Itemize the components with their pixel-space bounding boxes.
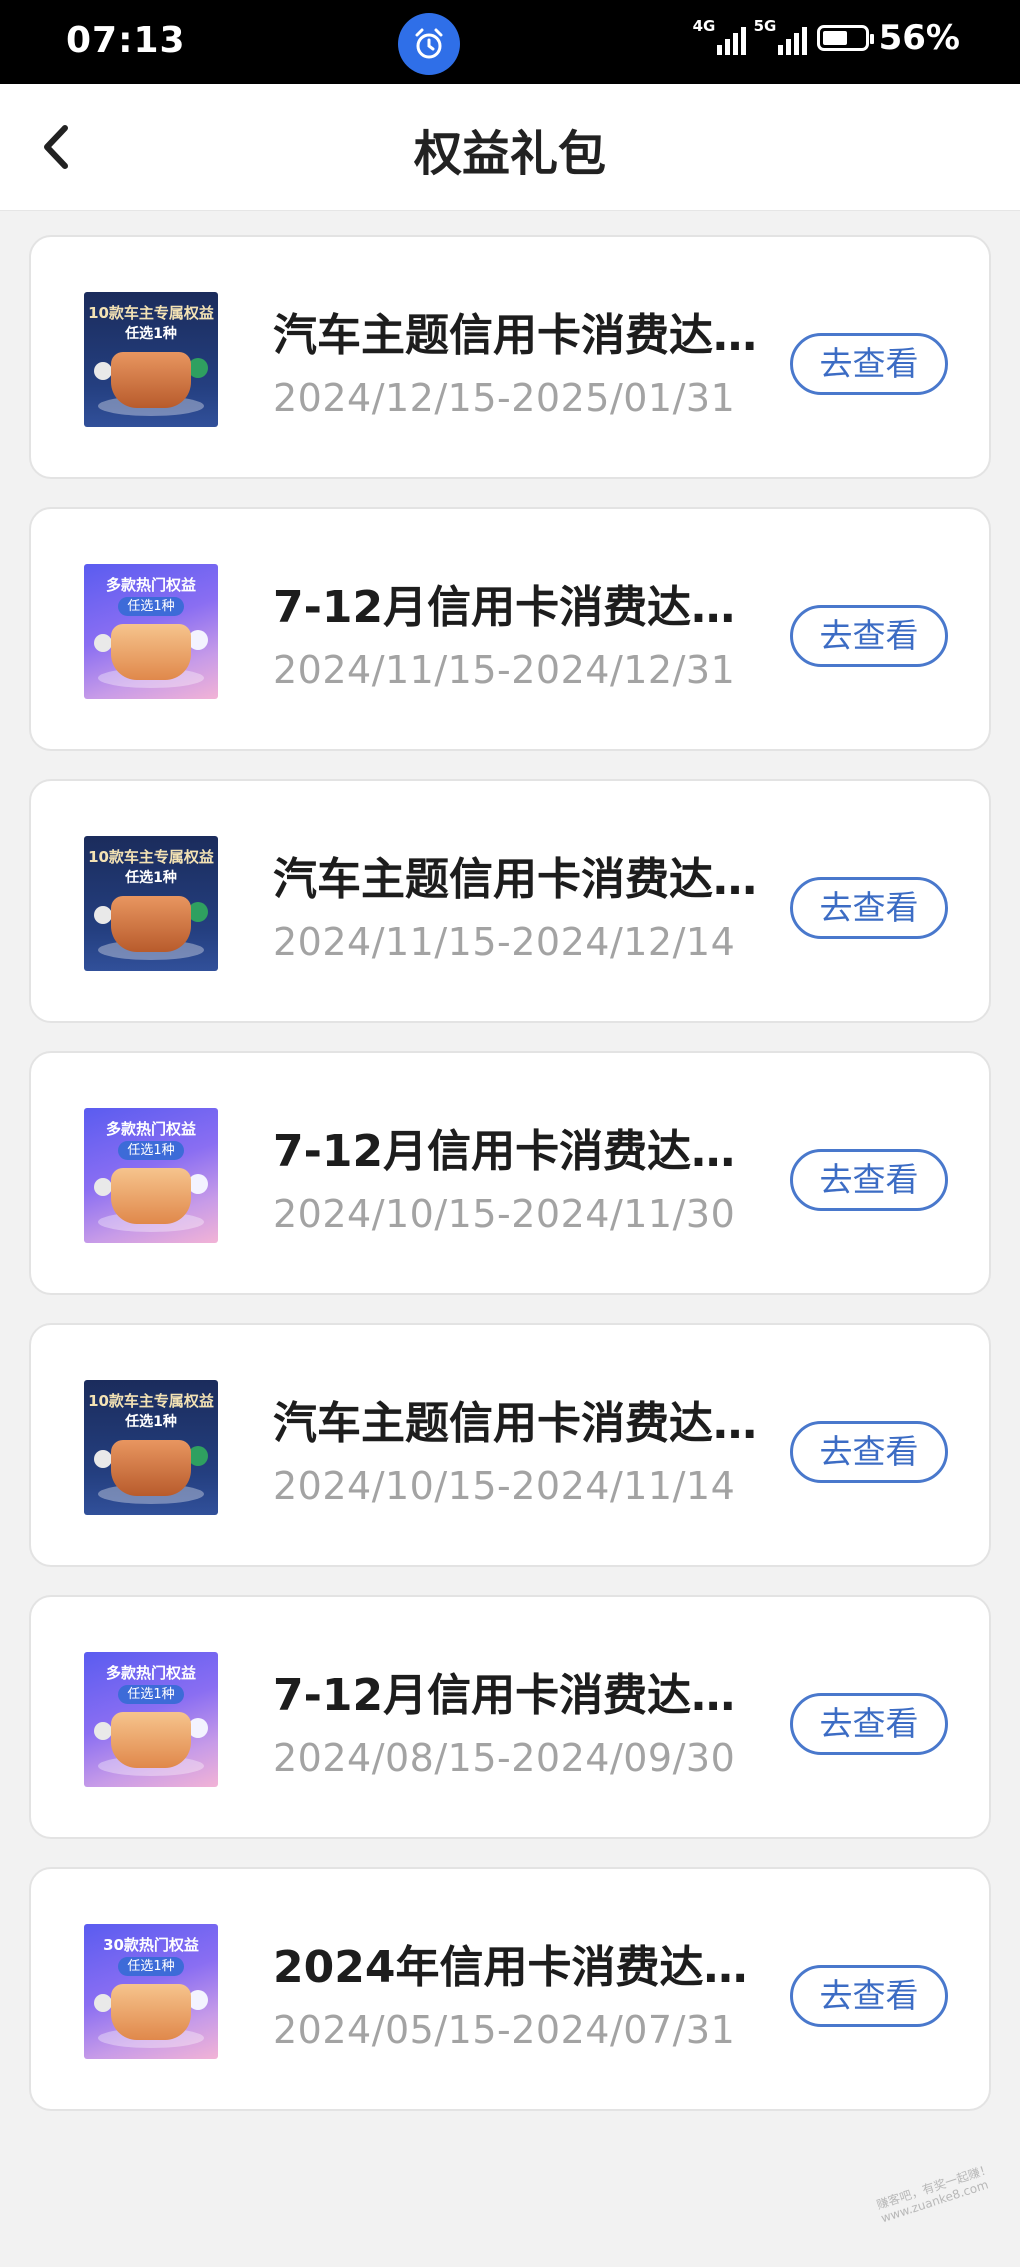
package-thumbnail: 10款车主专属权益 任选1种 [84,292,218,427]
package-title: 7-12月信用卡消费达标礼 [273,582,763,633]
thumbnail-badge-icon [94,362,112,380]
thumbnail-badge-icon [94,1178,112,1196]
package-title: 7-12月信用卡消费达标礼 [273,1670,763,1721]
package-title: 汽车主题信用卡消费达标礼 [273,854,763,905]
thumbnail-badge-icon [94,1994,112,2012]
thumbnail-subtitle: 任选1种 [125,1414,177,1430]
gift-box-icon [111,352,191,408]
package-title: 7-12月信用卡消费达标礼 [273,1126,763,1177]
package-card[interactable]: 30款热门权益 任选1种 2024年信用卡消费达标礼 2024/05/15-20… [29,1867,991,2111]
thumbnail-subtitle: 任选1种 [125,326,177,342]
thumbnail-badge-icon [94,906,112,924]
package-title: 2024年信用卡消费达标礼 [273,1942,763,1993]
gift-box-icon [111,624,191,680]
thumbnail-title: 多款热门权益 [105,1120,196,1138]
package-date-range: 2024/10/15-2024/11/14 [273,1464,736,1508]
package-card[interactable]: 10款车主专属权益 任选1种 汽车主题信用卡消费达标礼 2024/11/15-2… [29,779,991,1023]
view-button[interactable]: 去查看 [790,333,948,395]
page-title: 权益礼包 [413,126,606,182]
thumbnail-title: 10款车主专属权益 [88,848,214,866]
battery-level: 56% [878,18,960,58]
watermark: 赚客吧，有奖一起赚！ www.zuanke8.com [874,2161,994,2226]
package-card[interactable]: 多款热门权益 任选1种 7-12月信用卡消费达标礼 2024/10/15-202… [29,1051,991,1295]
package-date-range: 2024/12/15-2025/01/31 [273,376,736,420]
gift-box-icon [111,1168,191,1224]
thumbnail-badge-icon [94,634,112,652]
thumbnail-badge-icon [188,630,208,650]
thumbnail-title: 多款热门权益 [105,1664,196,1682]
thumbnail-badge-icon [94,1722,112,1740]
package-date-range: 2024/08/15-2024/09/30 [273,1736,736,1780]
thumbnail-badge-icon [188,1174,208,1194]
clock: 07:13 [66,20,186,61]
thumbnail-badge-icon [188,1990,208,2010]
package-date-range: 2024/10/15-2024/11/30 [273,1192,736,1236]
package-date-range: 2024/11/15-2024/12/14 [273,920,736,964]
view-button[interactable]: 去查看 [790,605,948,667]
battery-icon [816,25,874,51]
view-button[interactable]: 去查看 [790,1421,948,1483]
package-card[interactable]: 10款车主专属权益 任选1种 汽车主题信用卡消费达标礼 2024/12/15-2… [29,235,991,479]
thumbnail-title: 10款车主专属权益 [88,1392,214,1410]
package-card[interactable]: 多款热门权益 任选1种 7-12月信用卡消费达标礼 2024/11/15-202… [29,507,991,751]
package-date-range: 2024/11/15-2024/12/31 [273,648,736,692]
thumbnail-subtitle: 任选1种 [118,1685,184,1704]
view-button[interactable]: 去查看 [790,1693,948,1755]
package-title: 汽车主题信用卡消费达标礼 [273,1398,763,1449]
package-card[interactable]: 10款车主专属权益 任选1种 汽车主题信用卡消费达标礼 2024/10/15-2… [29,1323,991,1567]
view-button[interactable]: 去查看 [790,1965,948,2027]
view-button[interactable]: 去查看 [790,877,948,939]
thumbnail-badge-icon [188,1718,208,1738]
gift-box-icon [111,1440,191,1496]
package-thumbnail: 10款车主专属权益 任选1种 [84,1380,218,1515]
thumbnail-subtitle: 任选1种 [118,1141,184,1160]
package-title: 汽车主题信用卡消费达标礼 [273,310,763,361]
signal-5g-icon: 5G [754,17,807,55]
package-date-range: 2024/05/15-2024/07/31 [273,2008,736,2052]
thumbnail-subtitle: 任选1种 [125,870,177,886]
gift-box-icon [111,1712,191,1768]
thumbnail-badge-icon [188,1446,208,1466]
thumbnail-badge-icon [188,902,208,922]
signal-4g-icon: 4G [693,17,746,55]
thumbnail-title: 10款车主专属权益 [88,304,214,322]
package-thumbnail: 多款热门权益 任选1种 [84,1108,218,1243]
header: 权益礼包 [0,84,1020,211]
thumbnail-title: 多款热门权益 [105,576,196,594]
thumbnail-subtitle: 任选1种 [118,597,184,616]
thumbnail-title: 30款热门权益 [103,1936,199,1954]
package-thumbnail: 多款热门权益 任选1种 [84,1652,218,1787]
gift-box-icon [111,1984,191,2040]
thumbnail-subtitle: 任选1种 [118,1957,184,1976]
package-card[interactable]: 多款热门权益 任选1种 7-12月信用卡消费达标礼 2024/08/15-202… [29,1595,991,1839]
package-thumbnail: 30款热门权益 任选1种 [84,1924,218,2059]
thumbnail-badge-icon [188,358,208,378]
package-thumbnail: 10款车主专属权益 任选1种 [84,836,218,971]
view-button[interactable]: 去查看 [790,1149,948,1211]
package-thumbnail: 多款热门权益 任选1种 [84,564,218,699]
package-list: 10款车主专属权益 任选1种 汽车主题信用卡消费达标礼 2024/12/15-2… [29,235,991,2139]
status-bar: 07:13 4G 5G 56% [0,0,1020,84]
gift-box-icon [111,896,191,952]
alarm-icon [398,13,460,75]
thumbnail-badge-icon [94,1450,112,1468]
